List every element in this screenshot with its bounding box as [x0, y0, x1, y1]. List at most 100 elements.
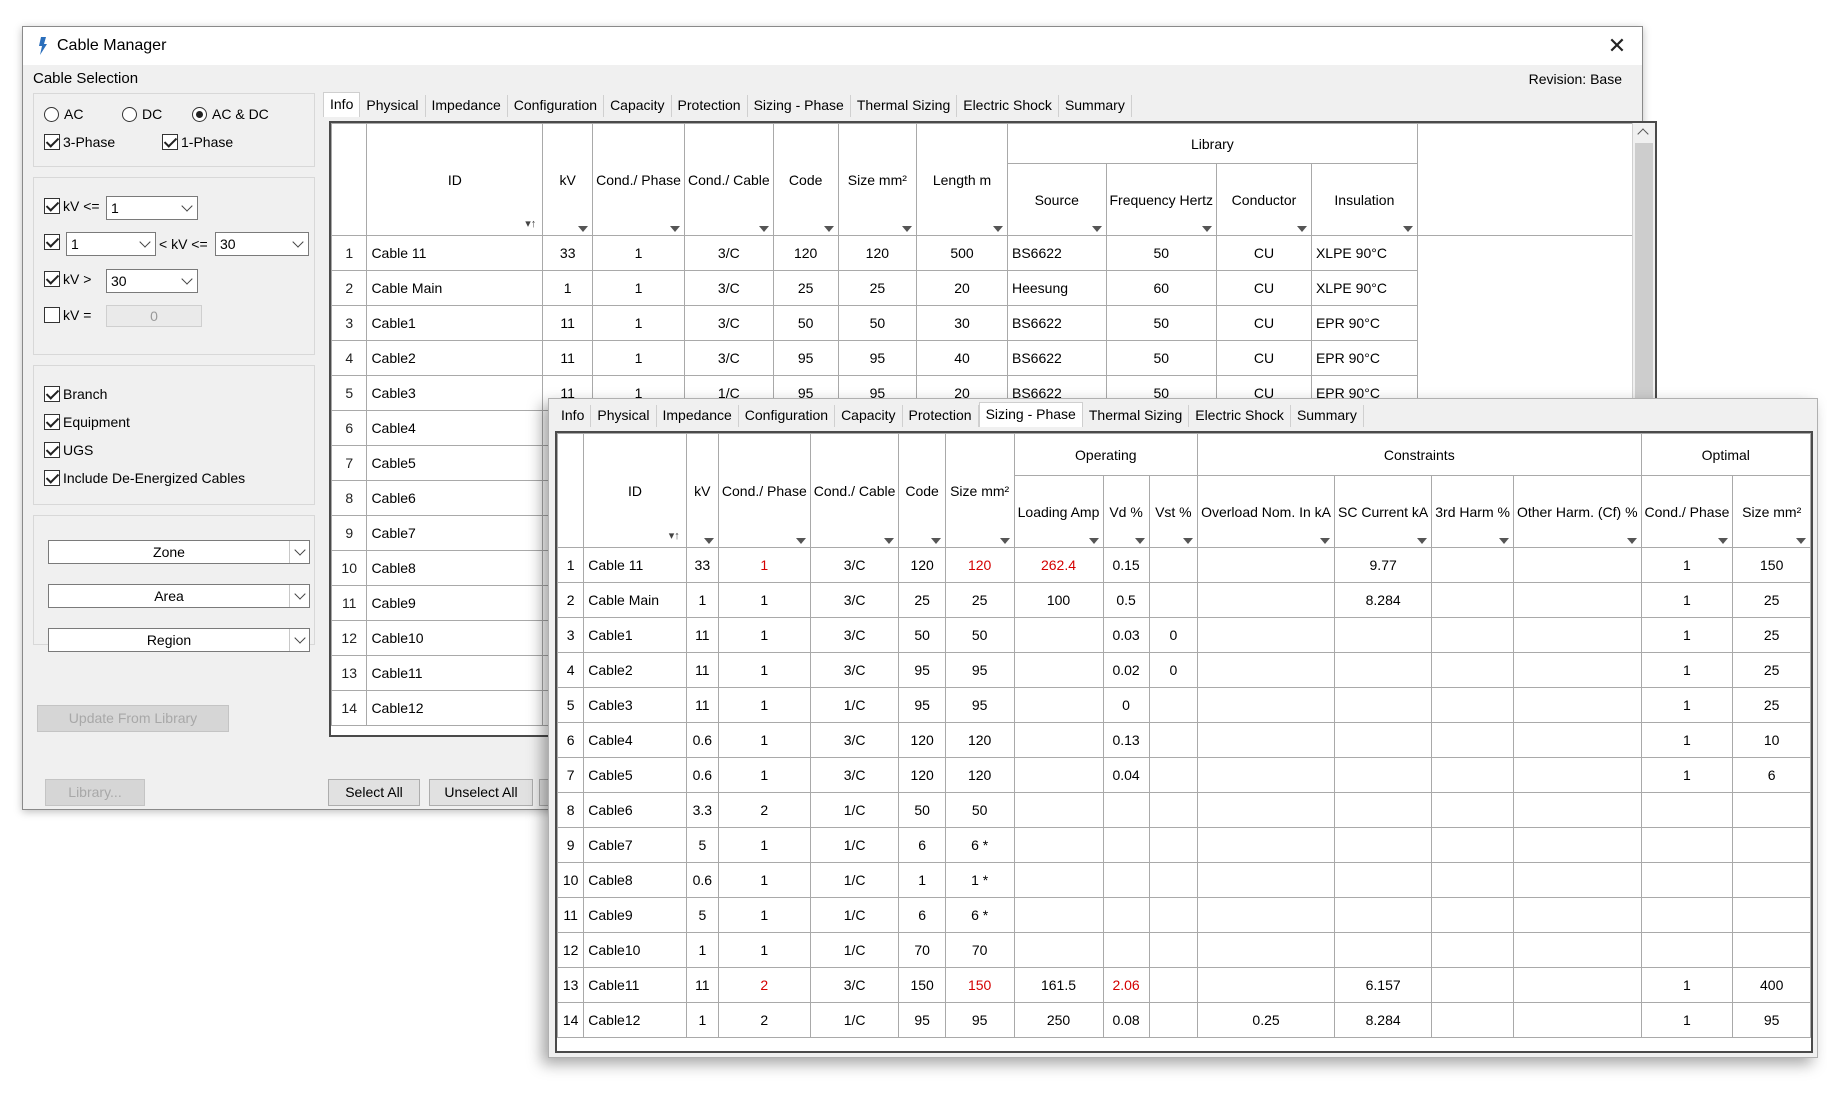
table-cell[interactable]: 1 — [717, 862, 811, 898]
table-cell[interactable]: 25 — [1732, 582, 1811, 618]
table-cell[interactable]: XLPE 90°C — [1310, 270, 1418, 306]
kv-gt-select[interactable]: 30 — [106, 269, 198, 293]
table-cell[interactable]: 1/C — [809, 932, 900, 968]
table-cell[interactable]: 120 — [898, 757, 946, 793]
table-cell[interactable] — [1334, 652, 1433, 688]
table-cell[interactable] — [1431, 932, 1514, 968]
table-cell[interactable]: Cable 11 — [366, 235, 544, 271]
table-cell[interactable]: 3/C — [809, 722, 900, 758]
table-cell[interactable]: 1 — [717, 687, 811, 723]
table-cell[interactable]: Cable1 — [583, 617, 687, 653]
table-cell[interactable] — [1148, 932, 1199, 968]
table-cell[interactable]: 1 — [717, 652, 811, 688]
table-cell[interactable]: 0.04 — [1102, 757, 1150, 793]
table-cell[interactable]: 8.284 — [1334, 1002, 1433, 1038]
check-kv-le[interactable]: kV <= — [44, 198, 100, 214]
table-cell[interactable]: 50 — [837, 305, 918, 341]
table-cell[interactable] — [1148, 687, 1199, 723]
col-header-kv[interactable]: kV — [542, 123, 594, 236]
table-cell[interactable]: 1 * — [944, 862, 1015, 898]
scroll-up-icon[interactable] — [1633, 123, 1655, 141]
table-cell[interactable]: 95 — [898, 687, 946, 723]
table-cell[interactable]: 1 — [898, 862, 946, 898]
table-cell[interactable]: 1 — [1640, 687, 1734, 723]
col-header-cond-phase[interactable]: Cond./ Phase — [717, 433, 811, 548]
front-tab-physical[interactable]: Physical — [591, 405, 657, 427]
table-row[interactable]: 6 Cable4 0.6 1 3/C 120 120 0.13 1 10 — [557, 722, 1811, 758]
col-header-opt-size[interactable]: Size mm² — [1732, 475, 1811, 548]
table-cell[interactable] — [1102, 792, 1150, 828]
table-cell[interactable]: 1 — [717, 827, 811, 863]
back-tab-thermal-sizing[interactable]: Thermal Sizing — [850, 95, 958, 117]
table-cell[interactable]: 33 — [542, 235, 594, 271]
table-cell[interactable]: Cable Main — [583, 582, 687, 618]
table-cell[interactable]: 1/C — [809, 897, 900, 933]
front-tab-impedance[interactable]: Impedance — [656, 405, 739, 427]
table-cell[interactable] — [1197, 827, 1336, 863]
table-cell[interactable] — [1431, 582, 1514, 618]
check-kv-eq[interactable]: kV = — [44, 307, 91, 323]
table-cell[interactable] — [1148, 757, 1199, 793]
table-cell[interactable]: 150 — [1732, 547, 1811, 583]
front-tab-info[interactable]: Info — [555, 405, 592, 427]
table-cell[interactable]: 10 — [1732, 722, 1811, 758]
col-header-code[interactable]: Code — [772, 123, 839, 236]
table-cell[interactable]: Cable5 — [583, 757, 687, 793]
table-cell[interactable]: Cable Main — [366, 270, 544, 306]
table-row[interactable]: 3 Cable1 11 1 3/C 50 50 30 BS6622 50 CU EPR 90°C — [331, 305, 1655, 341]
table-cell[interactable] — [1431, 617, 1514, 653]
table-cell[interactable]: 2.06 — [1102, 967, 1150, 1003]
table-cell[interactable]: Cable4 — [366, 410, 544, 446]
table-cell[interactable]: 120 — [898, 547, 946, 583]
table-cell[interactable]: 0.08 — [1102, 1002, 1150, 1038]
table-cell[interactable] — [1512, 757, 1642, 793]
table-cell[interactable]: CU — [1215, 340, 1312, 376]
col-header-cond-cable[interactable]: Cond./ Cable — [683, 123, 774, 236]
table-cell[interactable] — [1512, 547, 1642, 583]
radio-ac[interactable]: AC — [44, 106, 83, 122]
table-cell[interactable]: 20 — [916, 270, 1008, 306]
table-cell[interactable]: 1 — [1640, 722, 1734, 758]
table-cell[interactable] — [1431, 897, 1514, 933]
table-cell[interactable] — [1148, 792, 1199, 828]
table-cell[interactable]: 95 — [898, 652, 946, 688]
table-cell[interactable]: 1 — [717, 897, 811, 933]
table-cell[interactable]: 95 — [772, 340, 839, 376]
table-cell[interactable] — [1197, 932, 1336, 968]
table-row[interactable]: 13 Cable11 11 2 3/C 150 150 161.5 2.06 6.157 1 400 — [557, 967, 1811, 1003]
table-cell[interactable] — [1013, 932, 1104, 968]
col-header-loading[interactable]: Loading Amp — [1013, 475, 1104, 548]
table-cell[interactable]: Cable11 — [583, 967, 687, 1003]
table-cell[interactable]: 1 — [1640, 652, 1734, 688]
table-row[interactable]: 11 Cable9 5 1 1/C 6 6 * — [557, 897, 1811, 933]
table-cell[interactable]: 50 — [944, 792, 1015, 828]
table-cell[interactable] — [1640, 792, 1734, 828]
table-cell[interactable] — [1431, 757, 1514, 793]
col-header-3rd-harm[interactable]: 3rd Harm % — [1431, 475, 1514, 548]
table-cell[interactable]: 50 — [1105, 235, 1217, 271]
col-header-cond-cable[interactable]: Cond./ Cable — [809, 433, 900, 548]
table-cell[interactable] — [1197, 862, 1336, 898]
table-cell[interactable]: 1/C — [809, 792, 900, 828]
table-cell[interactable]: Cable6 — [583, 792, 687, 828]
back-tab-electric-shock[interactable]: Electric Shock — [957, 95, 1059, 117]
table-row[interactable]: 4 Cable2 11 1 3/C 95 95 0.02 0 1 25 — [557, 652, 1811, 688]
table-cell[interactable]: EPR 90°C — [1310, 340, 1418, 376]
check-3-phase[interactable]: 3-Phase — [44, 134, 115, 150]
table-cell[interactable]: 11 — [685, 967, 719, 1003]
close-icon[interactable]: ✕ — [1602, 31, 1632, 61]
col-header-conductor[interactable]: Conductor — [1215, 163, 1312, 236]
table-cell[interactable]: CU — [1215, 305, 1312, 341]
front-tab-summary[interactable]: Summary — [1290, 405, 1364, 427]
table-cell[interactable] — [1102, 932, 1150, 968]
back-tab-physical[interactable]: Physical — [360, 95, 426, 117]
table-cell[interactable]: 0.6 — [685, 862, 719, 898]
table-cell[interactable] — [1102, 827, 1150, 863]
col-header-frequency[interactable]: Frequency Hertz — [1105, 163, 1217, 236]
table-cell[interactable] — [1732, 862, 1811, 898]
table-cell[interactable] — [1431, 967, 1514, 1003]
table-cell[interactable] — [1431, 862, 1514, 898]
table-cell[interactable]: 6 * — [944, 827, 1015, 863]
table-cell[interactable]: Cable8 — [366, 550, 544, 586]
table-row[interactable]: 10 Cable8 0.6 1 1/C 1 1 * — [557, 862, 1811, 898]
